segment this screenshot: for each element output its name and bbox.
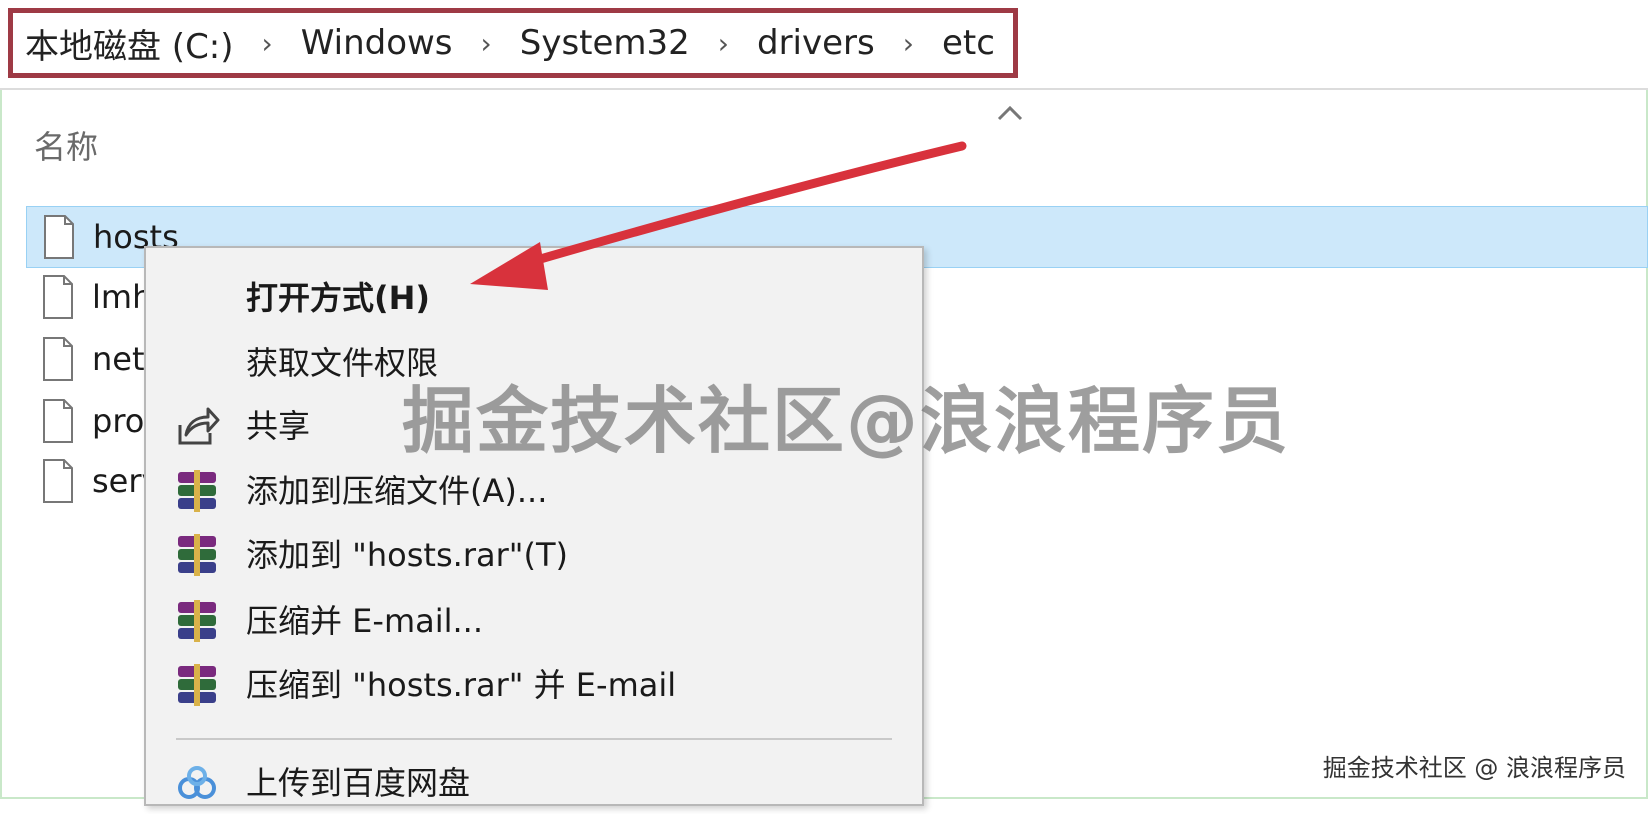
chevron-up-icon[interactable] xyxy=(990,94,1030,132)
winrar-icon xyxy=(174,532,220,578)
file-icon xyxy=(43,214,75,260)
menu-item-upload-baidu[interactable]: 上传到百度网盘 xyxy=(146,750,922,812)
baidu-netdisk-icon xyxy=(174,760,220,806)
file-row[interactable]: services xyxy=(26,450,146,512)
file-icon xyxy=(42,458,74,504)
file-icon xyxy=(42,336,74,382)
breadcrumb-item-windows[interactable]: Windows xyxy=(295,23,459,63)
file-row[interactable]: networks xyxy=(26,328,146,390)
menu-item-label: 共享 xyxy=(246,407,311,445)
watermark: 掘金技术社区@浪浪程序员 xyxy=(402,379,1291,463)
menu-item-label: 打开方式(H) xyxy=(246,279,431,317)
breadcrumb-item-drivers[interactable]: drivers xyxy=(751,23,881,63)
breadcrumb-item-etc[interactable]: etc xyxy=(936,23,1001,63)
file-icon xyxy=(42,398,74,444)
winrar-icon xyxy=(174,662,220,708)
file-name: services xyxy=(92,462,146,500)
column-header-name[interactable]: 名称 xyxy=(34,122,98,168)
address-bar[interactable]: 本地磁盘 (C:) › Windows › System32 › drivers… xyxy=(0,0,1648,90)
file-row[interactable]: lmhosts.sam xyxy=(26,266,146,328)
file-row[interactable]: protocol xyxy=(26,390,146,452)
breadcrumb-item-system32[interactable]: System32 xyxy=(514,23,696,63)
chevron-right-icon: › xyxy=(480,26,492,60)
menu-item-add-to-archive[interactable]: 添加到压缩文件(A)... xyxy=(146,458,922,520)
chevron-right-icon: › xyxy=(261,26,273,60)
menu-item-label: 压缩到 "hosts.rar" 并 E-mail xyxy=(246,666,677,704)
menu-item-compress-email[interactable]: 压缩并 E-mail... xyxy=(146,588,922,650)
file-icon xyxy=(42,274,74,320)
menu-separator xyxy=(176,738,892,740)
menu-item-add-to-hosts-rar[interactable]: 添加到 "hosts.rar"(T) xyxy=(146,522,922,584)
menu-item-label: 压缩并 E-mail... xyxy=(246,602,484,640)
winrar-icon xyxy=(174,598,220,644)
menu-item-compress-to-hosts-rar-email[interactable]: 压缩到 "hosts.rar" 并 E-mail xyxy=(146,652,922,714)
share-icon xyxy=(174,403,220,449)
file-name: lmhosts.sam xyxy=(92,278,146,316)
menu-item-label: 上传到百度网盘 xyxy=(246,764,471,802)
breadcrumb: 本地磁盘 (C:) › Windows › System32 › drivers… xyxy=(8,8,1018,78)
menu-item-open-with[interactable]: 打开方式(H) xyxy=(146,265,922,327)
chevron-right-icon: › xyxy=(717,26,729,60)
menu-item-label: 添加到压缩文件(A)... xyxy=(246,472,548,510)
context-menu: 打开方式(H) 获取文件权限 共享 添加到压缩文件(A)... 添加到 "hos… xyxy=(144,246,924,806)
breadcrumb-item-drive[interactable]: 本地磁盘 (C:) xyxy=(19,19,240,68)
menu-item-label: 添加到 "hosts.rar"(T) xyxy=(246,536,568,574)
file-name: protocol xyxy=(92,402,146,440)
watermark-small: 掘金技术社区 @ 浪浪程序员 xyxy=(1322,754,1626,782)
winrar-icon xyxy=(174,468,220,514)
chevron-right-icon: › xyxy=(902,26,914,60)
file-name: networks xyxy=(92,340,146,378)
